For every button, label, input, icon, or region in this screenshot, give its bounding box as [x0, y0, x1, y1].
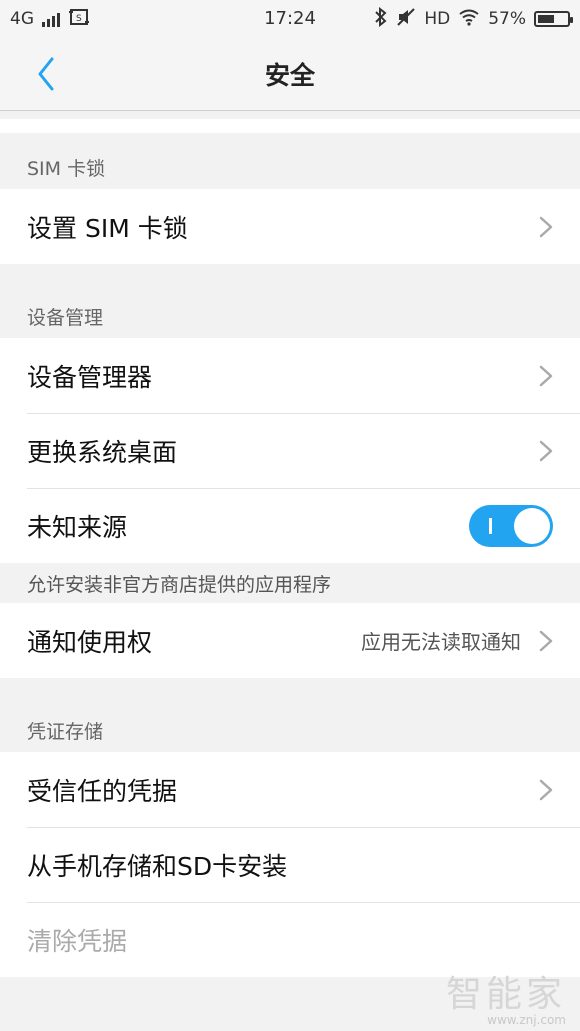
list-item-trusted-credentials[interactable]: 受信任的凭据 — [0, 752, 580, 827]
signal-icon — [42, 11, 60, 27]
back-button[interactable] — [26, 52, 66, 96]
list-item-unknown-sources[interactable]: 未知来源 — [0, 488, 580, 563]
title-bar: 安全 — [0, 38, 580, 111]
chevron-right-icon — [539, 630, 553, 651]
toggle-knob — [514, 507, 550, 544]
list-item-label: 设置 SIM 卡锁 — [27, 213, 188, 243]
list-item-device-admin[interactable]: 设备管理器 — [0, 338, 580, 413]
unknown-sources-description: 允许安装非官方商店提供的应用程序 — [27, 573, 332, 596]
chevron-right-icon — [539, 779, 553, 800]
watermark: 智能家 www.znj.com — [446, 965, 566, 1027]
chevron-right-icon — [539, 216, 553, 237]
page-title: 安全 — [264, 61, 315, 90]
mute-icon — [396, 7, 416, 32]
list-item-label: 清除凭据 — [27, 926, 128, 956]
bluetooth-icon — [374, 6, 388, 32]
wifi-icon — [458, 8, 480, 31]
network-type: 4G — [10, 9, 34, 29]
hd-label: HD — [424, 9, 451, 29]
list-item-notification-access[interactable]: 通知使用权 应用无法读取通知 — [0, 603, 580, 678]
top-strip — [0, 119, 580, 133]
section-header-sim: SIM 卡锁 — [27, 158, 106, 180]
chevron-right-icon — [539, 440, 553, 461]
list-item-change-launcher[interactable]: 更换系统桌面 — [0, 413, 580, 488]
list-item-sim-lock[interactable]: 设置 SIM 卡锁 — [0, 189, 580, 264]
unknown-sources-toggle[interactable] — [469, 504, 553, 547]
screenshot-icon: S — [68, 7, 90, 32]
list-item-install-from-storage[interactable]: 从手机存储和SD卡安装 — [0, 827, 580, 902]
list-item-label: 通知使用权 — [27, 627, 153, 657]
section-header-credentials: 凭证存储 — [27, 721, 104, 743]
status-bar-left: 4G S — [10, 7, 90, 32]
chevron-right-icon — [539, 365, 553, 386]
status-bar-right: HD 57% — [374, 6, 573, 32]
section-header-device: 设备管理 — [27, 307, 104, 329]
battery-percent: 57% — [488, 9, 526, 29]
watermark-logo: 智能家 — [445, 974, 566, 1015]
chevron-left-icon — [38, 57, 54, 91]
battery-fill — [538, 15, 554, 23]
list-item-label: 更换系统桌面 — [27, 437, 178, 467]
notification-access-value: 应用无法读取通知 — [361, 630, 521, 654]
battery-icon — [534, 11, 573, 27]
status-bar: 4G S 17:24 HD 57% — [0, 0, 580, 38]
list-item-label: 受信任的凭据 — [27, 776, 178, 806]
list-item-label: 未知来源 — [27, 512, 128, 542]
list-item-label: 设备管理器 — [27, 362, 153, 392]
list-item-label: 从手机存储和SD卡安装 — [27, 851, 288, 881]
svg-text:S: S — [76, 14, 82, 24]
